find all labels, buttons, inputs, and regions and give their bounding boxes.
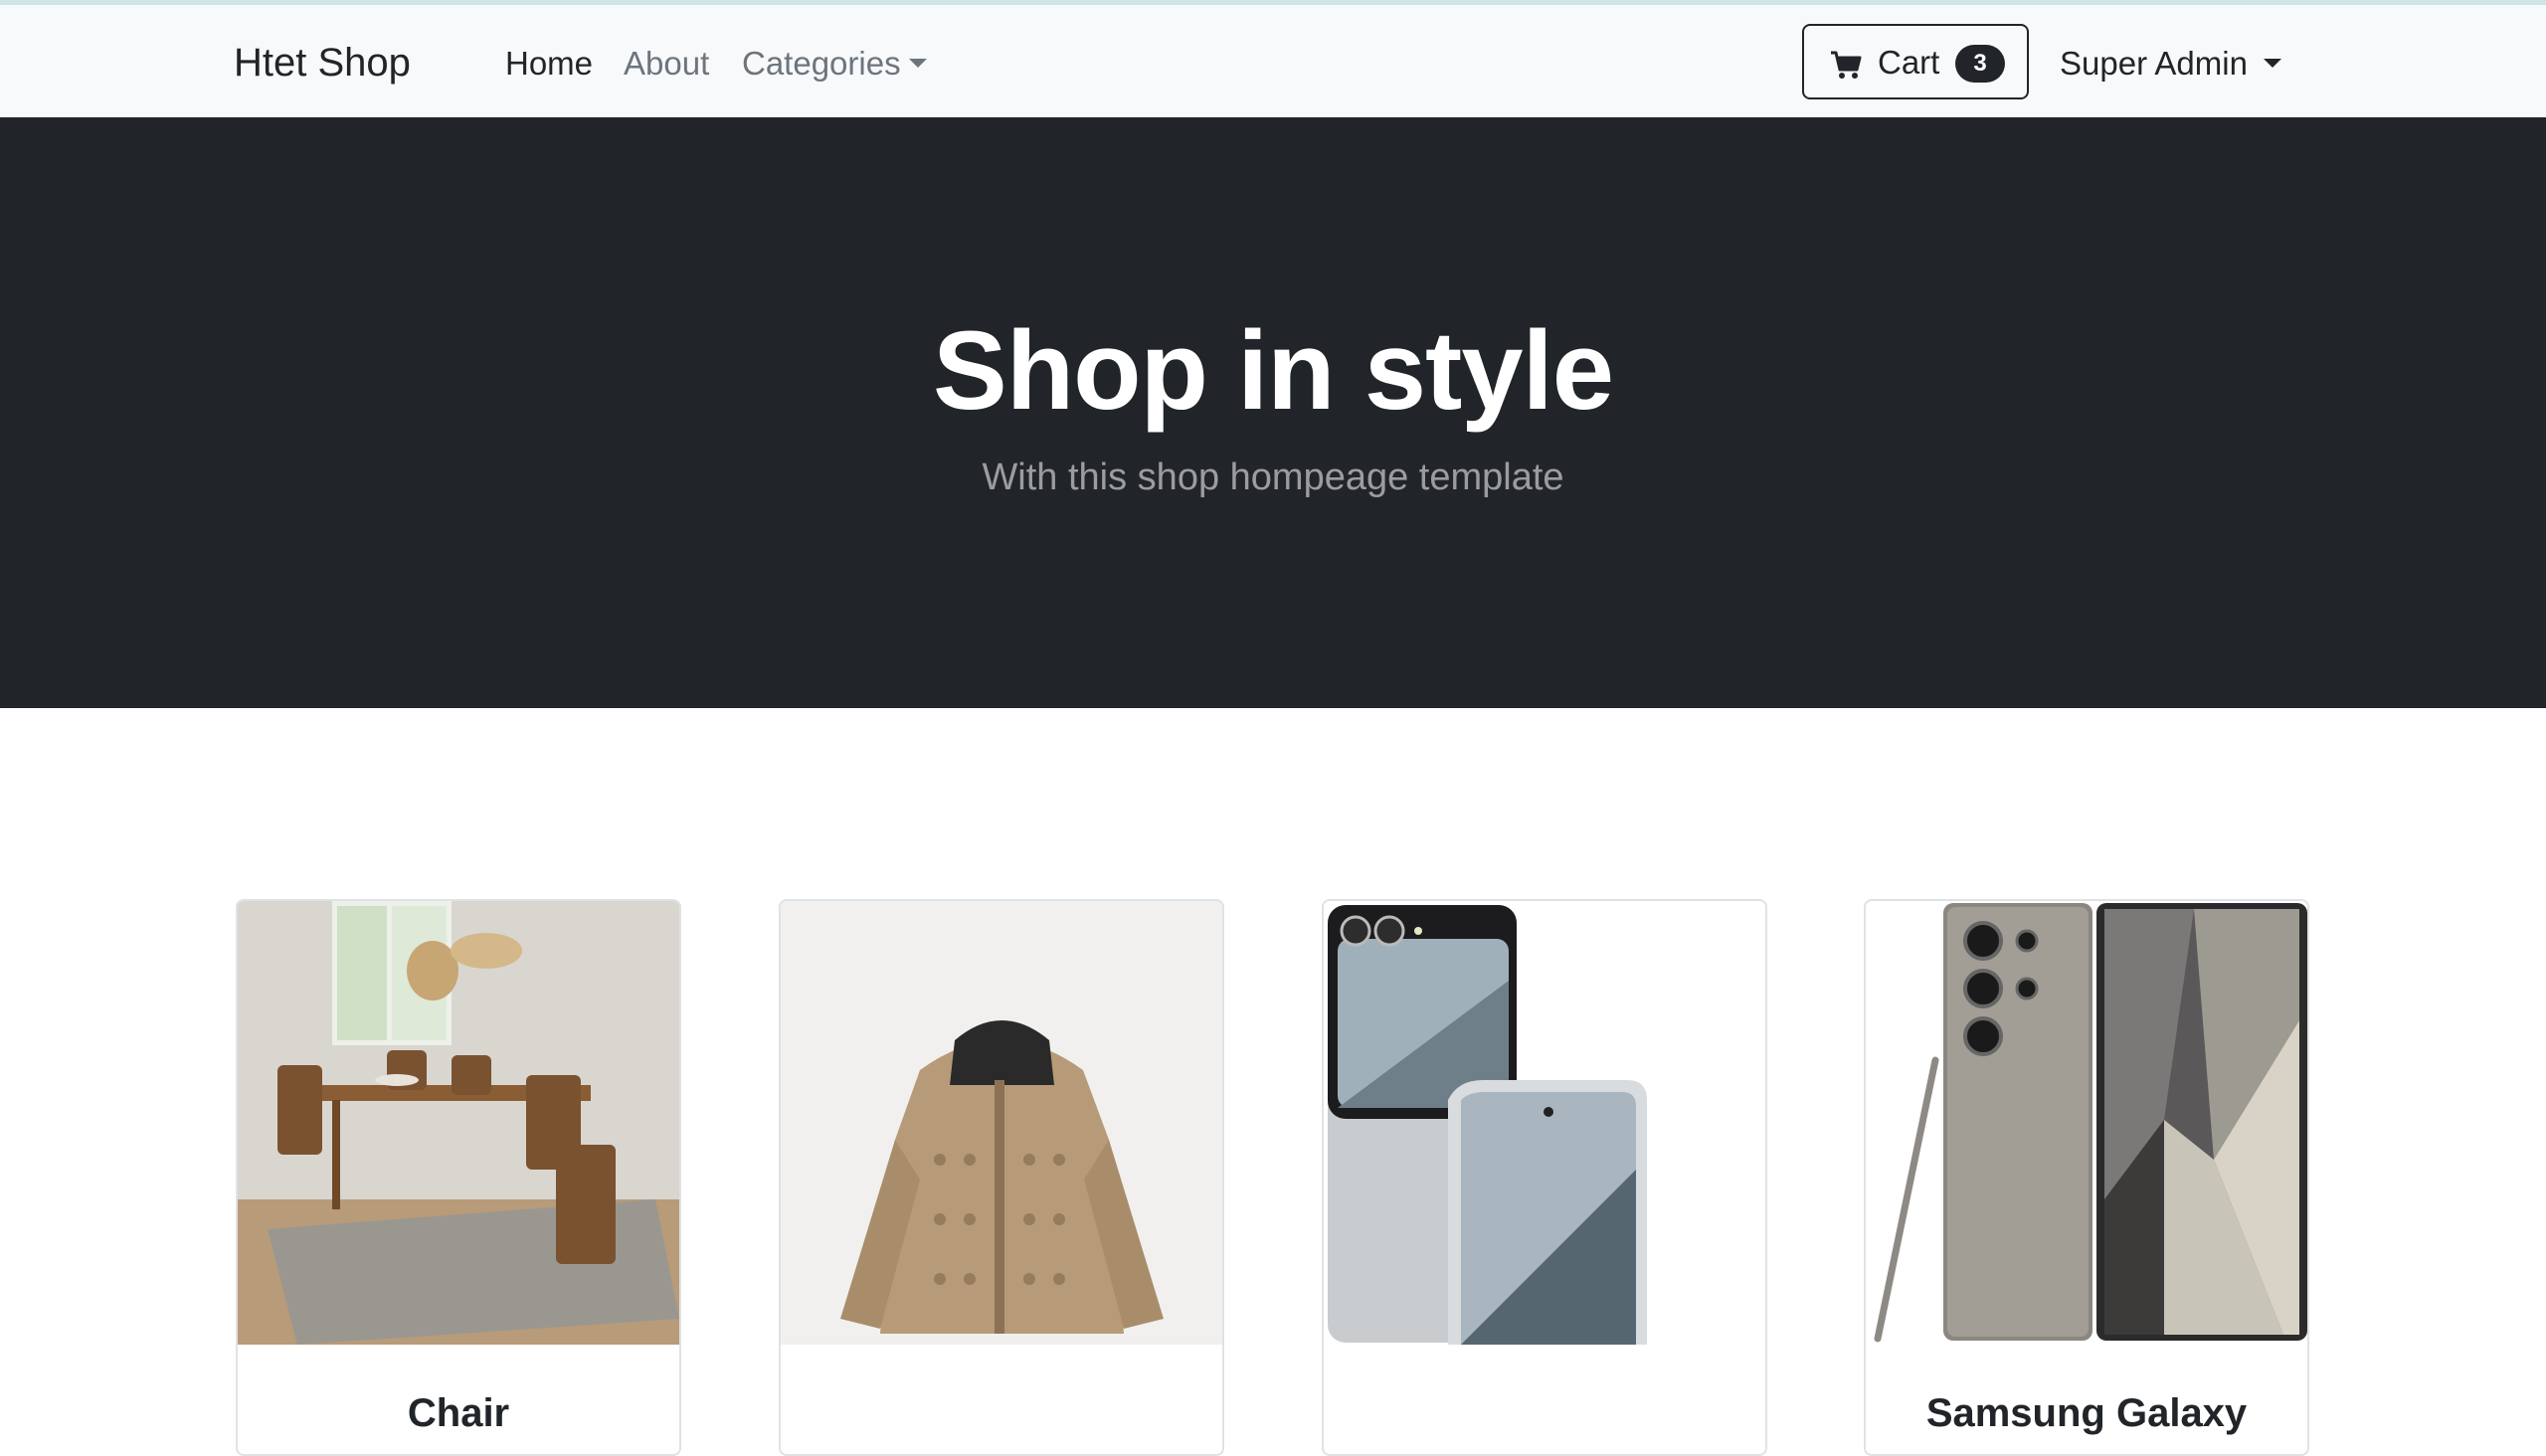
product-title[interactable]: Chair [238, 1388, 679, 1438]
user-name: Super Admin [2060, 45, 2248, 82]
product-image-samsung-galaxy [1866, 901, 2307, 1345]
user-menu-dropdown[interactable]: Super Admin [2060, 43, 2281, 85]
navbar: Htet Shop Home About Categories Cart 3 S… [0, 5, 2546, 117]
nav-about-link[interactable]: About [624, 43, 709, 85]
cart-label: Cart [1878, 44, 1940, 81]
cart-button[interactable]: Cart 3 [1802, 24, 2029, 99]
categories-label: Categories [742, 45, 901, 82]
caret-down-icon [908, 58, 927, 68]
cart-count-badge: 3 [1955, 45, 2005, 83]
cart-icon [1831, 51, 1862, 79]
product-card[interactable] [1322, 899, 1767, 1456]
product-image-flip-phone [1324, 901, 1765, 1345]
nav-home-link[interactable]: Home [505, 43, 593, 85]
hero-banner: Shop in style With this shop hompeage te… [0, 117, 2546, 708]
brand-link[interactable]: Htet Shop [234, 38, 411, 88]
nav-categories-dropdown[interactable]: Categories [742, 43, 927, 85]
caret-down-icon [2263, 58, 2281, 68]
hero-title: Shop in style [933, 308, 1614, 433]
product-card[interactable]: Chair [236, 899, 681, 1456]
product-card[interactable] [779, 899, 1224, 1456]
product-image-jacket [781, 901, 1222, 1345]
hero-subtitle: With this shop hompeage template [982, 456, 1564, 498]
product-image-chair [238, 901, 679, 1345]
product-card[interactable]: Samsung Galaxy [1864, 899, 2309, 1456]
product-title[interactable]: Samsung Galaxy [1866, 1388, 2307, 1438]
